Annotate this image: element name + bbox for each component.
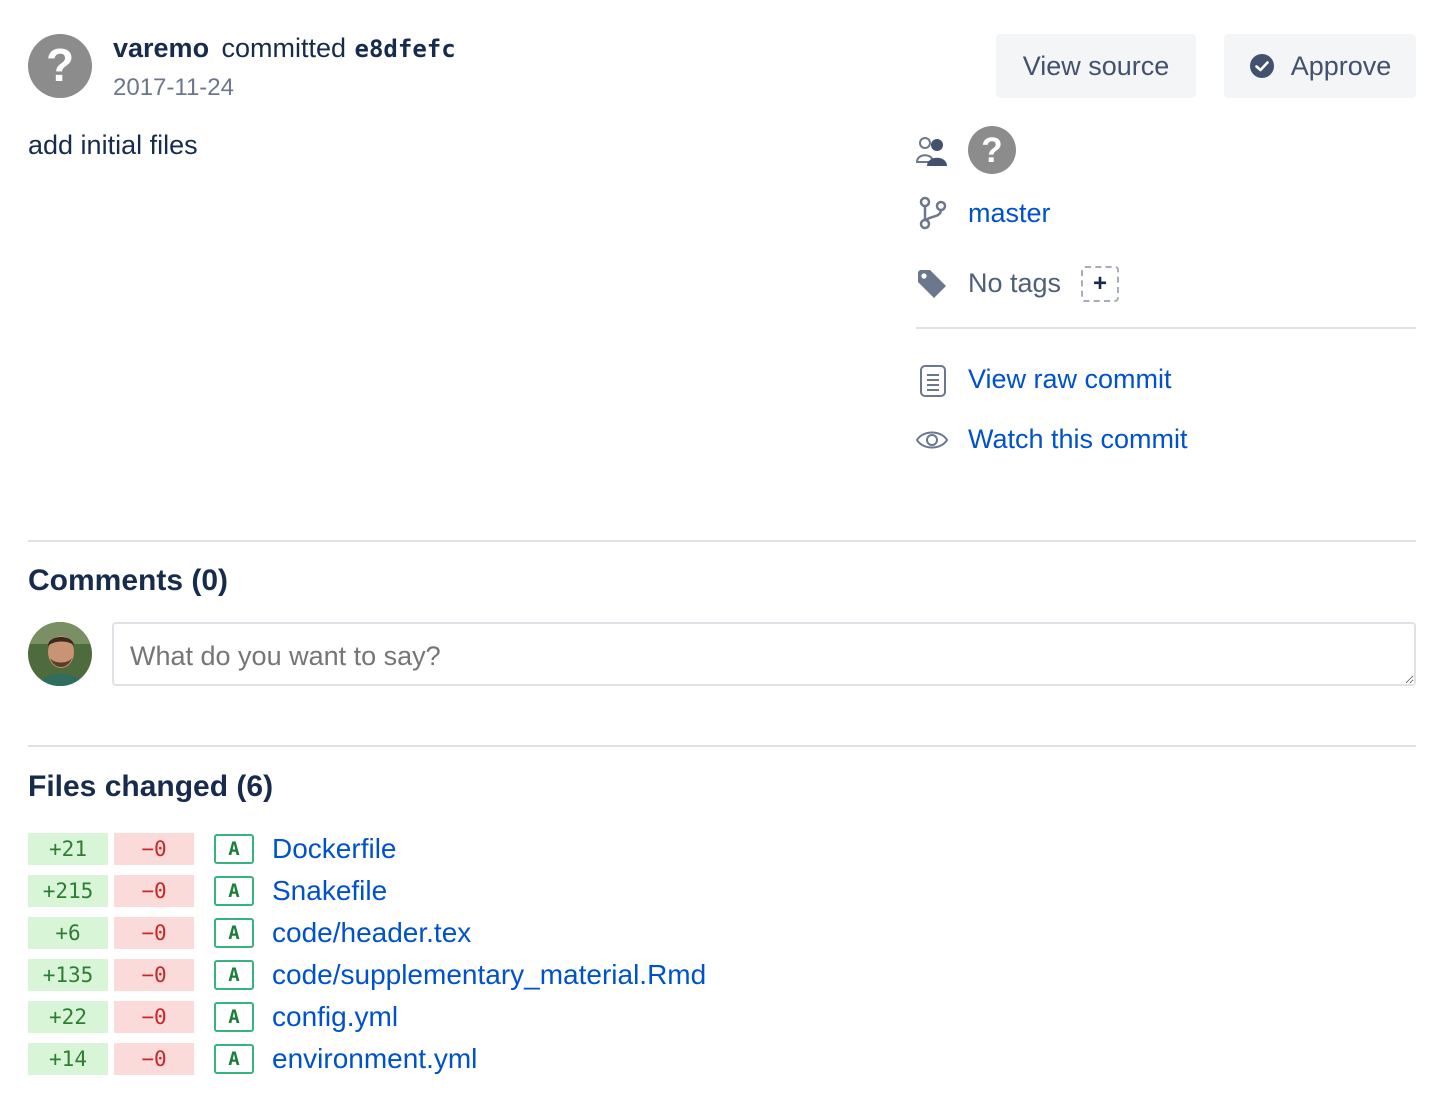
branch-icon [918, 196, 948, 235]
file-status-badge: A [214, 960, 254, 990]
svg-text:?: ? [46, 39, 74, 91]
reviewer-avatar-unknown[interactable]: ? [968, 126, 1016, 174]
lines-removed-badge: −0 [114, 1001, 194, 1033]
lines-added-badge: +135 [28, 959, 108, 991]
comments-title: Comments (0) [28, 564, 229, 597]
eye-icon [915, 428, 949, 457]
file-row: +21 −0 A Dockerfile [28, 832, 396, 866]
comment-input[interactable] [112, 622, 1416, 686]
file-row: +215 −0 A Snakefile [28, 874, 387, 908]
file-status-badge: A [214, 834, 254, 864]
lines-removed-badge: −0 [114, 917, 194, 949]
author-name-link[interactable]: varemo [113, 33, 209, 63]
commit-header: varemo committed e8dfefc [113, 33, 456, 64]
svg-text:?: ? [981, 131, 1002, 170]
lines-added-badge: +21 [28, 833, 108, 865]
lines-removed-badge: −0 [114, 959, 194, 991]
file-row: +22 −0 A config.yml [28, 1000, 398, 1034]
commit-hash: e8dfefc [354, 35, 456, 63]
add-tag-button[interactable]: + [1081, 266, 1119, 302]
file-link[interactable]: code/header.tex [272, 917, 471, 949]
section-divider [28, 540, 1416, 542]
files-changed-title: Files changed (6) [28, 770, 274, 803]
document-icon [919, 364, 947, 403]
file-status-badge: A [214, 1044, 254, 1074]
view-source-label: View source [1022, 50, 1170, 81]
file-link[interactable]: environment.yml [272, 1043, 477, 1075]
committed-label: committed [221, 33, 347, 63]
lines-added-badge: +6 [28, 917, 108, 949]
lines-removed-badge: −0 [114, 875, 194, 907]
approve-label: Approve [1290, 50, 1392, 81]
lines-added-badge: +22 [28, 1001, 108, 1033]
question-mark-icon: ? [981, 131, 1002, 170]
file-status-badge: A [214, 1002, 254, 1032]
branch-link[interactable]: master [968, 198, 1051, 229]
file-link[interactable]: Snakefile [272, 875, 387, 907]
file-link[interactable]: Dockerfile [272, 833, 396, 865]
lines-added-badge: +215 [28, 875, 108, 907]
file-status-badge: A [214, 876, 254, 906]
file-status-badge: A [214, 918, 254, 948]
question-mark-icon: ? [46, 39, 74, 91]
commit-date: 2017-11-24 [113, 74, 234, 101]
file-link[interactable]: config.yml [272, 1001, 398, 1033]
file-link[interactable]: code/supplementary_material.Rmd [272, 959, 706, 991]
tag-icon [916, 268, 948, 305]
lines-removed-badge: −0 [114, 1043, 194, 1075]
reviewers-icon [914, 134, 950, 173]
lines-added-badge: +14 [28, 1043, 108, 1075]
lines-removed-badge: −0 [114, 833, 194, 865]
approve-button[interactable]: Approve [1224, 34, 1416, 98]
current-user-avatar [28, 622, 92, 686]
commit-message: add initial files [28, 130, 198, 160]
section-divider [28, 745, 1416, 747]
file-row: +14 −0 A environment.yml [28, 1042, 477, 1076]
watch-commit-link[interactable]: Watch this commit [968, 424, 1188, 455]
sidebar-divider [916, 327, 1416, 329]
file-row: +135 −0 A code/supplementary_material.Rm… [28, 958, 706, 992]
author-avatar-unknown[interactable]: ? [28, 34, 92, 98]
file-row: +6 −0 A code/header.tex [28, 916, 471, 950]
check-circle-icon [1249, 54, 1274, 78]
view-raw-commit-link[interactable]: View raw commit [968, 364, 1172, 395]
view-source-button[interactable]: View source [996, 34, 1196, 98]
no-tags-label: No tags [968, 268, 1062, 298]
